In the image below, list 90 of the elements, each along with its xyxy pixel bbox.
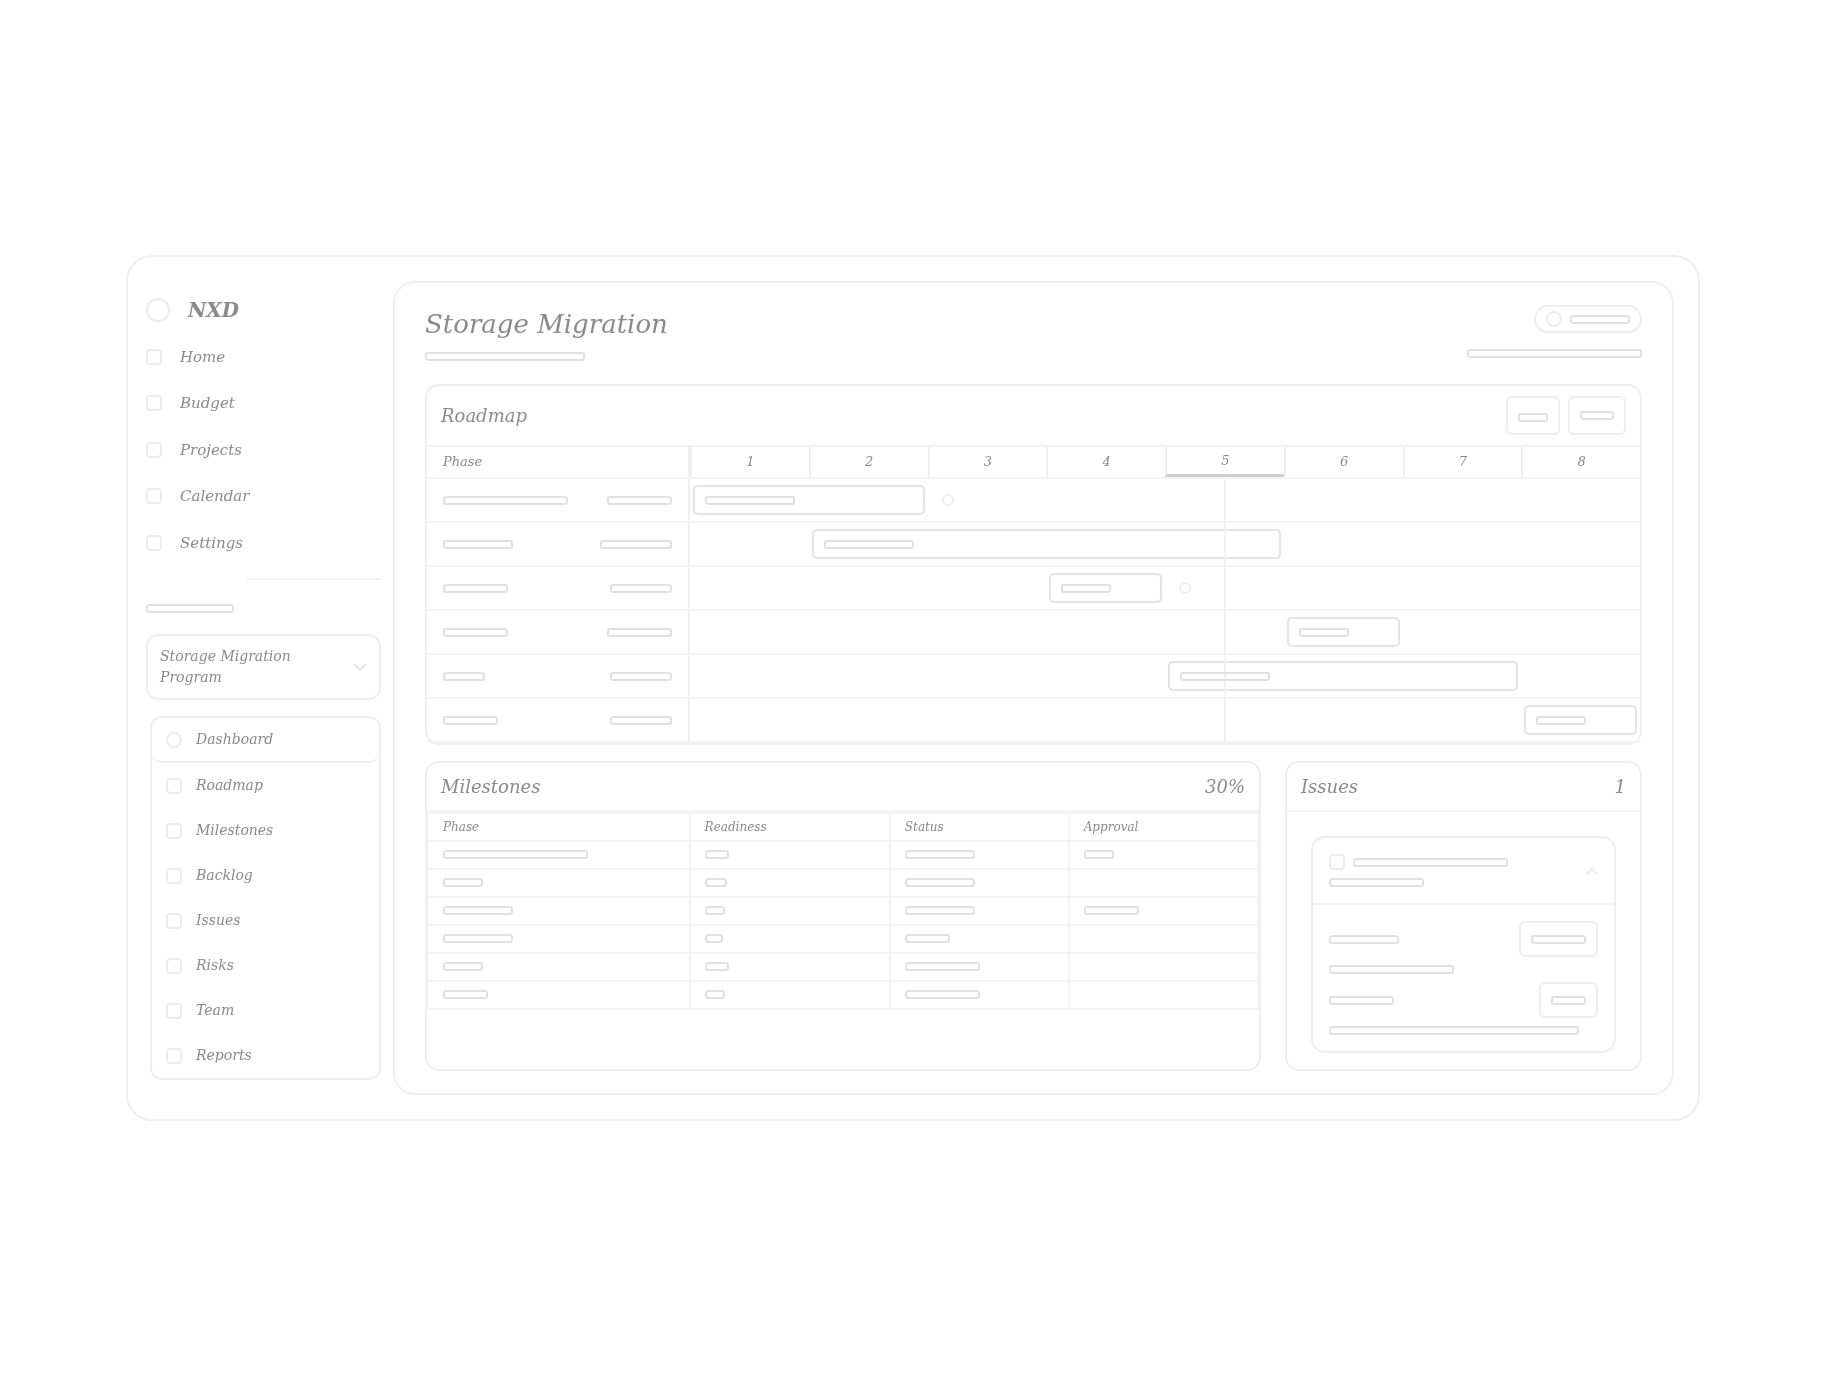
section-item[interactable]: Team — [152, 988, 379, 1033]
section-item[interactable]: Dashboard — [152, 718, 379, 763]
section-item[interactable]: Backlog — [152, 853, 379, 898]
placeholder-line — [1580, 411, 1614, 420]
page-title: Storage Migration — [425, 308, 668, 341]
timeline-bar-segment[interactable] — [1049, 573, 1162, 603]
column-header: Phase — [427, 447, 690, 477]
column-header: 1 — [690, 447, 809, 477]
placeholder-line — [443, 671, 485, 681]
placeholder-line — [443, 906, 513, 915]
placeholder-line — [904, 850, 975, 859]
timeline-bar-segment[interactable] — [1168, 661, 1284, 691]
nav-link[interactable]: Home — [146, 333, 381, 380]
timeline-bar-segment[interactable] — [811, 529, 928, 559]
header-button[interactable] — [1534, 305, 1642, 333]
view-dropdown[interactable] — [1568, 396, 1626, 435]
placeholder-line — [443, 990, 488, 999]
placeholder-line — [1570, 314, 1630, 324]
filter-button[interactable] — [1506, 396, 1560, 435]
placeholder-line — [1329, 995, 1394, 1005]
placeholder-line — [704, 934, 723, 943]
placeholder-line — [1329, 934, 1399, 944]
section-item[interactable]: Reports — [152, 1033, 379, 1078]
placeholder-line — [443, 934, 513, 943]
column-header: 7 — [1402, 447, 1522, 477]
section-item[interactable]: Milestones — [152, 808, 379, 853]
brand-name: NXD — [188, 297, 240, 325]
timeline-bar-segment[interactable] — [927, 529, 1047, 559]
timeline-bar-segment[interactable] — [1402, 661, 1519, 691]
placeholder-line — [1551, 996, 1586, 1005]
nav-link[interactable]: Budget — [146, 380, 381, 427]
placeholder-line — [443, 627, 508, 637]
placeholder-line — [443, 539, 513, 549]
section-item[interactable]: Risks — [152, 943, 379, 988]
timeline-bar-segment[interactable] — [1524, 705, 1637, 735]
placeholder-line — [1531, 935, 1586, 944]
placeholder-line — [704, 990, 725, 999]
nav-link[interactable]: Projects — [146, 426, 381, 473]
placeholder-line — [610, 715, 672, 725]
placeholder-line — [443, 583, 508, 593]
timeline-bar-segment[interactable] — [693, 485, 809, 515]
timeline-bar-segment[interactable] — [1046, 529, 1165, 559]
placeholder-line — [607, 495, 672, 505]
section-item[interactable]: Roadmap — [152, 763, 379, 808]
card-title: Milestones — [441, 775, 541, 799]
placeholder-line — [704, 906, 725, 915]
column-header: Phase — [428, 813, 690, 841]
card-title: Roadmap — [441, 404, 527, 428]
column-header: 6 — [1283, 447, 1403, 477]
placeholder-line — [704, 962, 729, 971]
timeline-bar-segment[interactable] — [1283, 661, 1403, 691]
placeholder-line — [904, 934, 950, 943]
timeline-bar-segment[interactable] — [1286, 617, 1400, 647]
placeholder-line — [610, 671, 672, 681]
action-button[interactable] — [1539, 982, 1598, 1018]
placeholder-line — [1518, 413, 1548, 422]
placeholder-line — [1061, 583, 1112, 593]
project-select[interactable]: Storage Migration Program — [146, 634, 381, 700]
progress-percent: 30% — [1205, 775, 1245, 799]
column-header: 5 — [1165, 447, 1284, 477]
placeholder-line — [600, 539, 672, 549]
approval-line — [1083, 850, 1114, 859]
column-header: Approval — [1068, 813, 1258, 841]
action-button[interactable] — [1519, 921, 1598, 957]
nav-link[interactable]: Calendar — [146, 473, 381, 520]
column-header: 8 — [1521, 447, 1640, 477]
placeholder-line — [904, 906, 975, 915]
placeholder-line — [607, 627, 672, 637]
placeholder-line — [904, 878, 975, 887]
column-header: Status — [889, 813, 1069, 841]
timeline-bar-segment[interactable] — [808, 485, 925, 515]
section-item[interactable]: Issues — [152, 898, 379, 943]
nav-link[interactable]: Settings — [146, 519, 381, 566]
placeholder-line — [704, 850, 729, 859]
placeholder-line — [1298, 627, 1349, 637]
card-title: Issues — [1301, 775, 1359, 799]
placeholder-line — [443, 715, 498, 725]
approval-line — [1083, 906, 1139, 915]
placeholder-line — [443, 878, 483, 887]
placeholder-line — [443, 962, 483, 971]
issue-count: 1 — [1614, 775, 1626, 799]
select-value: Storage Migration Program — [160, 647, 292, 687]
column-header: 3 — [927, 447, 1047, 477]
chevron-down-icon — [353, 662, 367, 672]
placeholder-line — [610, 583, 672, 593]
column-header: 4 — [1046, 447, 1165, 477]
column-header: 2 — [808, 447, 928, 477]
placeholder-line — [704, 878, 727, 887]
column-header: Readiness — [689, 813, 890, 841]
placeholder-line — [1536, 715, 1587, 725]
